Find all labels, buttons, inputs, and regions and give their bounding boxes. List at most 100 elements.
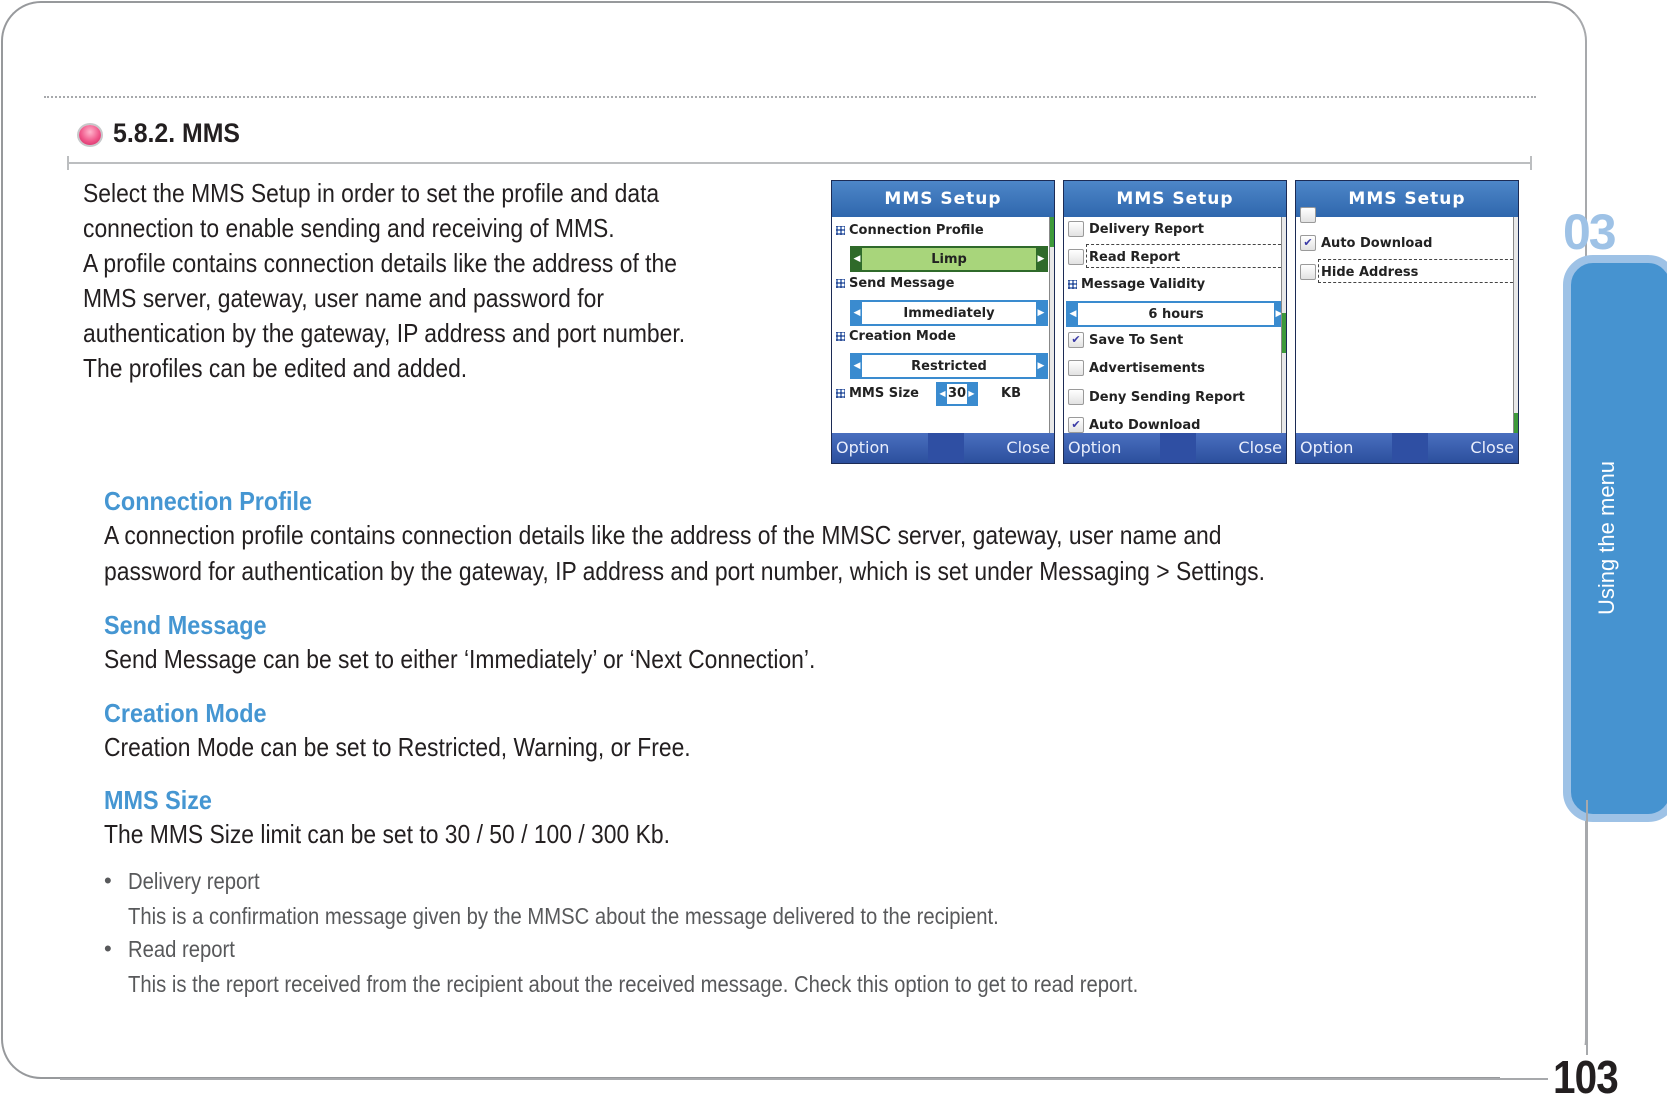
auto-download-row-partial[interactable]: ✔ Auto Download: [1068, 417, 1200, 433]
checkbox-unchecked-icon[interactable]: [1068, 249, 1084, 265]
softkey-center: [1160, 433, 1196, 463]
auto-download-label: Auto Download: [1321, 235, 1433, 251]
feature-title: Connection Profile: [104, 486, 313, 516]
intro-line: MMS server, gateway, user name and passw…: [83, 283, 604, 313]
message-validity-selector[interactable]: ◀ 6 hours ▶: [1066, 301, 1286, 327]
connection-profile-label: Connection Profile: [849, 223, 984, 238]
intro-line: connection to enable sending and receivi…: [83, 213, 615, 243]
feature-title: MMS Size: [104, 785, 212, 815]
creation-mode-row[interactable]: Creation Mode: [836, 329, 956, 344]
checkbox-unchecked-icon[interactable]: [1068, 221, 1084, 237]
delivery-report-label: Delivery Report: [1089, 221, 1204, 237]
phone-body: ✔ Auto Download Hide Address: [1296, 207, 1518, 433]
scrollbar-thumb[interactable]: [1050, 217, 1054, 247]
close-softkey[interactable]: Close: [1006, 433, 1050, 463]
scrollbar[interactable]: [1049, 217, 1054, 433]
softkey-center: [1392, 433, 1428, 463]
auto-download-label: Auto Download: [1089, 417, 1201, 433]
checkbox-unchecked-icon[interactable]: [1068, 389, 1084, 405]
mms-size-label: MMS Size: [849, 385, 919, 401]
arrow-left-icon[interactable]: ◀: [938, 384, 947, 404]
right-border-line: [1586, 800, 1588, 1055]
advertisements-label: Advertisements: [1089, 360, 1205, 376]
grip-icon: [836, 226, 845, 235]
chapter-number: 03: [1563, 204, 1617, 260]
feature-title: Send Message: [104, 610, 267, 640]
mms-size-stepper[interactable]: ◀ 30 ▶: [936, 382, 978, 406]
note-title: Delivery report: [128, 868, 260, 894]
save-to-sent-row[interactable]: ✔ Save To Sent: [1068, 332, 1183, 348]
mms-size-value: 30: [947, 386, 967, 401]
arrow-right-icon[interactable]: ▶: [1036, 355, 1046, 377]
intro-paragraph: Select the MMS Setup in order to set the…: [83, 176, 717, 386]
close-softkey[interactable]: Close: [1238, 433, 1282, 463]
close-softkey[interactable]: Close: [1470, 433, 1514, 463]
connection-profile-row[interactable]: Connection Profile: [836, 223, 984, 238]
checkbox-unchecked-icon[interactable]: [1300, 264, 1316, 280]
page-number: 103: [1553, 1051, 1619, 1103]
connection-profile-selector[interactable]: ◀ Limp ▶: [850, 246, 1048, 272]
pink-bullet-icon: [79, 125, 101, 145]
phone-body: Connection Profile ◀ Limp ▶ Send Message…: [832, 217, 1054, 433]
scrollbar-thumb[interactable]: [1514, 413, 1518, 433]
delivery-report-row[interactable]: Delivery Report: [1068, 221, 1204, 237]
feature-desc-line: Creation Mode can be set to Restricted, …: [104, 732, 691, 762]
scrollbar[interactable]: [1513, 217, 1518, 433]
deny-sending-report-row[interactable]: Deny Sending Report: [1068, 389, 1245, 405]
creation-mode-selector[interactable]: ◀ Restricted ▶: [850, 353, 1048, 379]
grip-icon: [836, 388, 845, 398]
send-message-row[interactable]: Send Message: [836, 276, 954, 291]
read-report-row[interactable]: Read Report: [1068, 249, 1180, 265]
feature-desc-line: A connection profile contains connection…: [104, 520, 1222, 550]
intro-line: A profile contains connection details li…: [83, 248, 677, 278]
read-report-label: Read Report: [1089, 249, 1181, 265]
send-message-selector[interactable]: ◀ Immediately ▶: [850, 300, 1048, 326]
message-validity-label: Message Validity: [1081, 277, 1206, 292]
connection-profile-value: Limp: [931, 251, 967, 267]
checkbox-unchecked-icon[interactable]: [1068, 360, 1084, 376]
scrollbar-thumb[interactable]: [1282, 313, 1286, 353]
send-message-label: Send Message: [849, 276, 955, 291]
checkbox-unchecked-icon[interactable]: [1300, 207, 1316, 223]
arrow-right-icon[interactable]: ▶: [1036, 248, 1046, 270]
arrow-left-icon[interactable]: ◀: [852, 355, 862, 377]
mms-size-unit: KB: [1001, 385, 1021, 401]
note-desc: This is a confirmation message given by …: [128, 903, 999, 929]
section-title: 5.8.2. MMS: [113, 118, 241, 148]
phone-screen-1: MMS Setup Connection Profile ◀ Limp ▶ Se…: [831, 180, 1055, 464]
deny-sending-report-row-partial[interactable]: [1300, 207, 1316, 223]
option-softkey[interactable]: Option: [836, 433, 889, 463]
feature-desc-line: The MMS Size limit can be set to 30 / 50…: [104, 819, 670, 849]
hide-address-row[interactable]: Hide Address: [1300, 264, 1418, 280]
checkbox-checked-icon[interactable]: ✔: [1068, 417, 1084, 433]
option-softkey[interactable]: Option: [1300, 433, 1353, 463]
feature-title: Creation Mode: [104, 698, 267, 728]
note-title: Read report: [128, 936, 235, 962]
arrow-left-icon[interactable]: ◀: [852, 248, 862, 270]
save-to-sent-label: Save To Sent: [1089, 332, 1184, 348]
feature-desc-line: Send Message can be set to either ‘Immed…: [104, 644, 816, 674]
auto-download-row[interactable]: ✔ Auto Download: [1300, 235, 1432, 251]
bullet-dot-icon: •: [104, 936, 112, 961]
deny-sending-report-label: Deny Sending Report: [1089, 389, 1245, 405]
option-softkey[interactable]: Option: [1068, 433, 1121, 463]
bottom-rule: [60, 1078, 1548, 1080]
arrow-right-icon[interactable]: ▶: [967, 384, 976, 404]
arrow-right-icon[interactable]: ▶: [1036, 302, 1046, 324]
softkey-bar: Option Close: [832, 433, 1054, 463]
mms-size-row[interactable]: MMS Size ◀ 30 ▶ KB: [836, 382, 1046, 406]
title-underline: [67, 156, 1532, 170]
message-validity-row[interactable]: Message Validity: [1068, 277, 1205, 292]
advertisements-row[interactable]: Advertisements: [1068, 360, 1205, 376]
checkbox-checked-icon[interactable]: ✔: [1300, 235, 1316, 251]
scrollbar[interactable]: [1281, 217, 1286, 433]
arrow-left-icon[interactable]: ◀: [1068, 303, 1078, 325]
creation-mode-value: Restricted: [911, 358, 987, 374]
phone-screen-2: MMS Setup Delivery Report Read Report Me…: [1063, 180, 1287, 464]
hide-address-label: Hide Address: [1321, 264, 1419, 280]
checkbox-checked-icon[interactable]: ✔: [1068, 332, 1084, 348]
softkey-bar: Option Close: [1296, 433, 1518, 463]
arrow-left-icon[interactable]: ◀: [852, 302, 862, 324]
chapter-tab-label: Using the menu: [1594, 460, 1619, 616]
phone-title: MMS Setup: [1296, 181, 1518, 217]
